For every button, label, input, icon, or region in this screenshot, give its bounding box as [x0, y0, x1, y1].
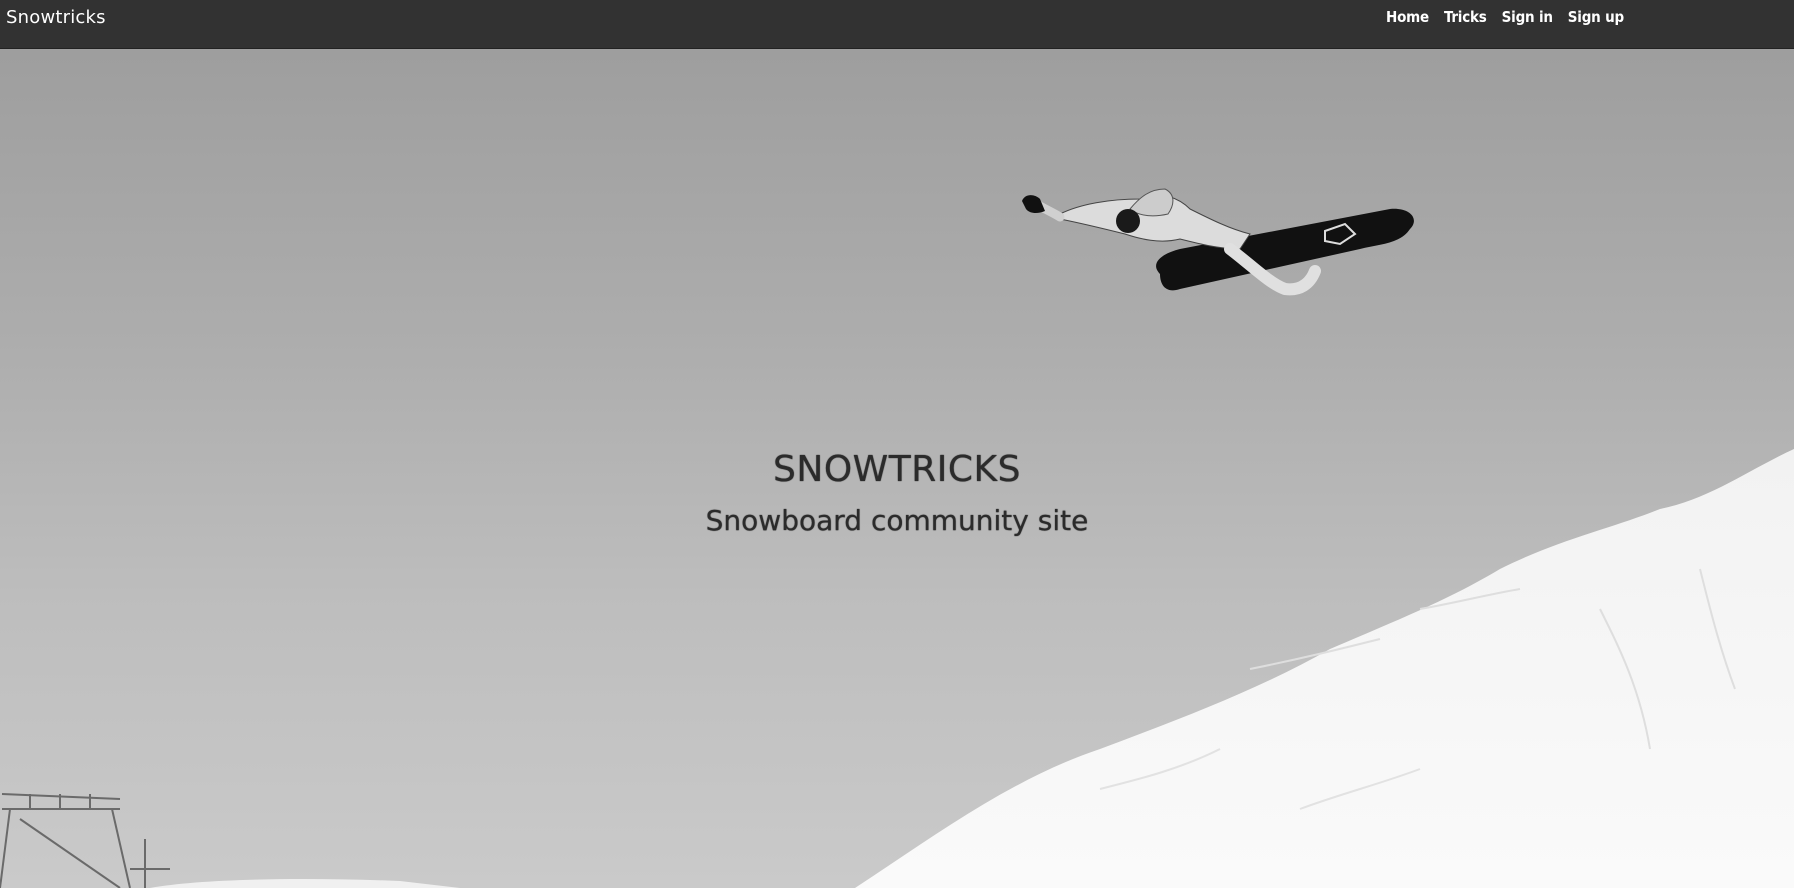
- hero-banner: SNOWTRICKS Snowboard community site: [0, 49, 1794, 888]
- nav-link-sign-up[interactable]: Sign up: [1568, 8, 1624, 26]
- ski-lift-icon: [0, 793, 170, 888]
- snowboarder-icon: [1022, 188, 1414, 296]
- nav-link-tricks[interactable]: Tricks: [1444, 8, 1487, 26]
- top-navbar: Snowtricks Home Tricks Sign in Sign up: [0, 0, 1794, 49]
- hero-title: SNOWTRICKS: [773, 449, 1021, 490]
- hero-subtitle: Snowboard community site: [705, 504, 1089, 537]
- brand-link[interactable]: Snowtricks: [6, 7, 106, 28]
- nav-link-home[interactable]: Home: [1386, 8, 1429, 26]
- nav-link-sign-in[interactable]: Sign in: [1502, 8, 1553, 26]
- nav-links: Home Tricks Sign in Sign up: [1386, 8, 1624, 26]
